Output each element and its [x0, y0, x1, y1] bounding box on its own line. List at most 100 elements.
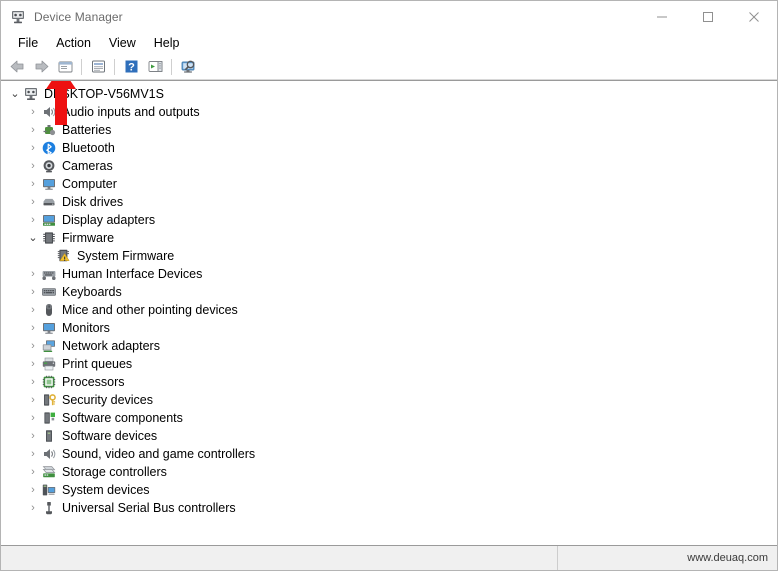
close-button[interactable] [731, 1, 777, 32]
chevron-right-icon[interactable]: › [25, 178, 41, 190]
security-key-icon [41, 392, 57, 408]
tree-item-label: Processors [62, 375, 125, 389]
battery-icon [41, 122, 57, 138]
monitor-icon [41, 320, 57, 336]
tree-item-display-adapters[interactable]: › Display adapters [1, 211, 777, 229]
tree-item-monitors[interactable]: › Monitors [1, 319, 777, 337]
help-button[interactable]: ? [119, 56, 143, 78]
tree-item-processors[interactable]: › Processors [1, 373, 777, 391]
usb-icon [41, 500, 57, 516]
chevron-right-icon[interactable]: › [25, 106, 41, 118]
chevron-right-icon[interactable]: › [25, 412, 41, 424]
toolbar-separator [114, 58, 115, 75]
tree-item-human-interface-devices[interactable]: › Human Interface Devices [1, 265, 777, 283]
chevron-right-icon[interactable]: › [25, 466, 41, 478]
tree-item-label: Human Interface Devices [62, 267, 203, 281]
chevron-right-icon[interactable]: › [25, 340, 41, 352]
status-bar: www.deuaq.com [1, 545, 777, 570]
back-button[interactable] [5, 56, 29, 78]
tree-root-row[interactable]: ⌄ DESKTOP-V56MV1S [1, 85, 777, 103]
update-driver-button[interactable] [143, 56, 167, 78]
storage-controller-icon [41, 464, 57, 480]
tree-item-label: Mice and other pointing devices [62, 303, 238, 317]
title-bar: Device Manager [1, 1, 777, 32]
chevron-right-icon[interactable]: › [25, 286, 41, 298]
tree-item-software-devices[interactable]: › Software devices [1, 427, 777, 445]
disk-drive-icon [41, 194, 57, 210]
tree-item-batteries[interactable]: › Batteries [1, 121, 777, 139]
chevron-right-icon[interactable]: › [25, 268, 41, 280]
chevron-right-icon[interactable]: › [25, 484, 41, 496]
tree-item-bluetooth[interactable]: › Bluetooth [1, 139, 777, 157]
tree-item-disk-drives[interactable]: › Disk drives [1, 193, 777, 211]
chevron-right-icon[interactable]: › [25, 358, 41, 370]
tree-item-label: Display adapters [62, 213, 156, 227]
tree-item-label: Bluetooth [62, 141, 115, 155]
chevron-right-icon[interactable]: › [25, 322, 41, 334]
chevron-right-icon[interactable]: › [25, 304, 41, 316]
camera-icon [41, 158, 57, 174]
status-left-pane [1, 546, 557, 570]
menu-action[interactable]: Action [47, 34, 100, 52]
properties-button[interactable] [86, 56, 110, 78]
tree-item-computer[interactable]: › Computer [1, 175, 777, 193]
tree-item-label: Audio inputs and outputs [62, 105, 200, 119]
device-manager-icon [10, 9, 26, 25]
tree-item-label: Software devices [62, 429, 158, 443]
keyboard-icon [41, 284, 57, 300]
chevron-right-icon[interactable]: › [25, 214, 41, 226]
tree-item-audio-inputs-and-outputs[interactable]: › Audio inputs and outputs [1, 103, 777, 121]
forward-button[interactable] [29, 56, 53, 78]
tree-item-network-adapters[interactable]: › Network adapters [1, 337, 777, 355]
chevron-right-icon[interactable]: › [25, 430, 41, 442]
chevron-right-icon[interactable]: › [25, 142, 41, 154]
tree-item-keyboards[interactable]: › Keyboards [1, 283, 777, 301]
tree-item-security-devices[interactable]: › Security devices [1, 391, 777, 409]
scan-hardware-changes-button[interactable] [176, 56, 200, 78]
chevron-right-icon[interactable]: › [25, 376, 41, 388]
menu-view[interactable]: View [100, 34, 145, 52]
menu-help[interactable]: Help [145, 34, 189, 52]
tree-item-label: Batteries [62, 123, 112, 137]
tree-item-sound-video-and-game-controllers[interactable]: › Sound, video and game controllers [1, 445, 777, 463]
tree-item-firmware[interactable]: ⌄ Firmware [1, 229, 777, 247]
tree-item-label: Storage controllers [62, 465, 167, 479]
tree-item-label: Software components [62, 411, 183, 425]
chevron-right-icon[interactable]: › [25, 448, 41, 460]
tree-item-universal-serial-bus-controllers[interactable]: › Universal Serial Bus controllers [1, 499, 777, 517]
chevron-right-icon[interactable]: › [25, 394, 41, 406]
tree-item-mice-and-other-pointing-devices[interactable]: › Mice and other pointing devices [1, 301, 777, 319]
chevron-down-icon[interactable]: ⌄ [25, 232, 41, 244]
toolbar-separator [171, 58, 172, 75]
software-device-icon [41, 428, 57, 444]
menu-file[interactable]: File [9, 34, 47, 52]
tree-item-label: Cameras [62, 159, 113, 173]
tree-item-label: Disk drives [62, 195, 124, 209]
tree-item-software-components[interactable]: › Software components [1, 409, 777, 427]
chevron-right-icon[interactable]: › [25, 160, 41, 172]
device-manager-window: Device Manager File Action View Help ? ⌄… [0, 0, 778, 571]
computer-root-icon [23, 86, 39, 102]
toolbar-separator [81, 58, 82, 75]
device-tree-panel[interactable]: ⌄ DESKTOP-V56MV1S › Audio inputs and out… [1, 80, 777, 545]
up-one-level-button[interactable] [53, 56, 77, 78]
tree-item-label: Sound, video and game controllers [62, 447, 256, 461]
speaker-icon [41, 104, 57, 120]
chevron-right-icon[interactable]: › [25, 502, 41, 514]
tree-item-storage-controllers[interactable]: › Storage controllers [1, 463, 777, 481]
window-controls [639, 1, 777, 32]
chevron-right-icon[interactable]: › [25, 196, 41, 208]
tree-root-label: DESKTOP-V56MV1S [44, 87, 164, 101]
chevron-down-icon[interactable]: ⌄ [7, 88, 23, 100]
tree-item-label: System devices [62, 483, 150, 497]
toolbar: ? [1, 54, 777, 80]
chevron-right-icon[interactable]: › [25, 124, 41, 136]
tree-item-system-firmware[interactable]: System Firmware [1, 247, 777, 265]
minimize-button[interactable] [639, 1, 685, 32]
tree-item-print-queues[interactable]: › Print queues [1, 355, 777, 373]
tree-item-cameras[interactable]: › Cameras [1, 157, 777, 175]
maximize-button[interactable] [685, 1, 731, 32]
tree-item-label: Firmware [62, 231, 115, 245]
printer-icon [41, 356, 57, 372]
tree-item-system-devices[interactable]: › System devices [1, 481, 777, 499]
